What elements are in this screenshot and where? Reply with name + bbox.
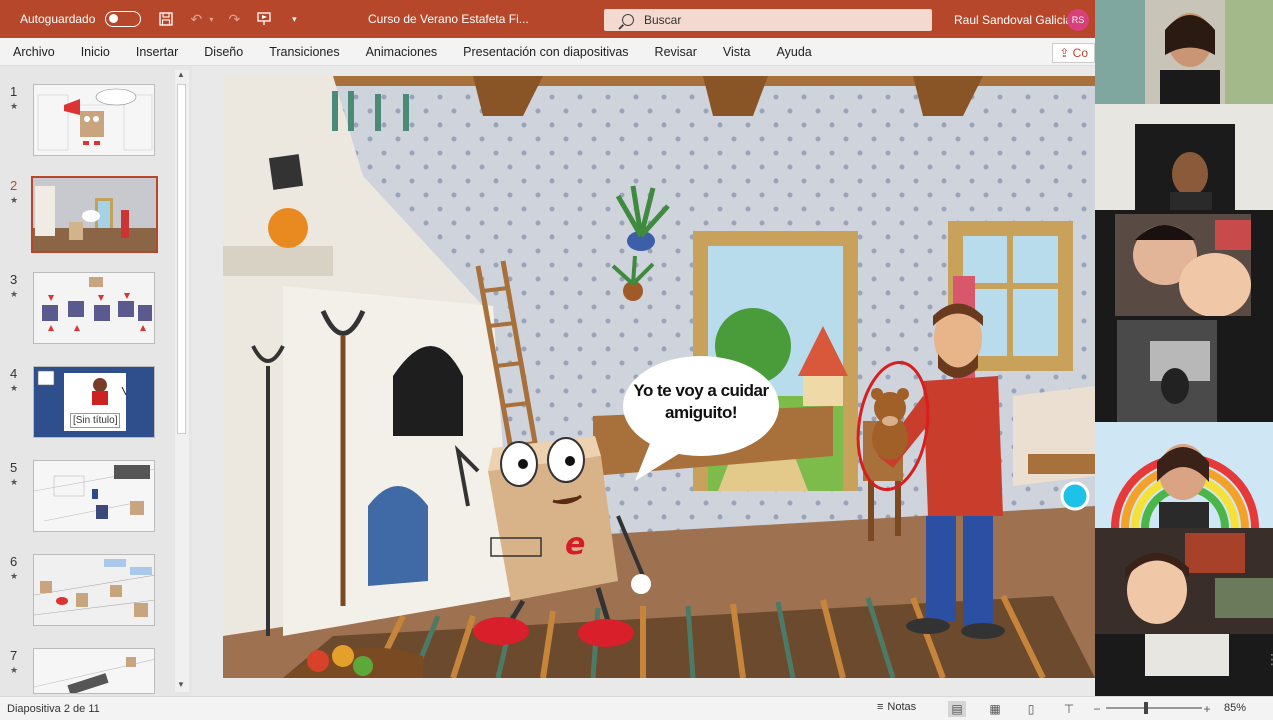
customize-toolbar-icon[interactable]: ▾	[283, 8, 305, 30]
tab-diseno[interactable]: Diseño	[204, 45, 243, 59]
slide-thumbnail-6[interactable]: 6 ★	[0, 554, 175, 634]
zoom-percent[interactable]: 85%	[1224, 702, 1246, 714]
tab-presentacion[interactable]: Presentación con diapositivas	[463, 45, 628, 59]
search-placeholder: Buscar	[644, 13, 682, 27]
transition-marker-icon: ★	[10, 477, 19, 487]
slideshow-view-icon[interactable]: ⊤	[1060, 701, 1078, 717]
ribbon-tabs: Archivo Inicio Insertar Diseño Transicio…	[0, 38, 1095, 66]
share-label: Co	[1072, 46, 1088, 60]
video-call-panel: ⋮	[1095, 0, 1273, 720]
slide-preview: [Sin título]	[33, 366, 155, 438]
slide-preview	[33, 272, 155, 344]
transition-marker-icon: ★	[10, 383, 19, 393]
slide-thumbnail-4[interactable]: 4 ★ [Sin título]	[0, 366, 175, 446]
tab-revisar[interactable]: Revisar	[655, 45, 697, 59]
transition-marker-icon: ★	[10, 665, 19, 675]
document-title: Curso de Verano Estafeta Fi...	[368, 12, 529, 26]
slide-thumbnails-panel: 1 ★ 2 ★ 3 ★ 4 ★ [Sin título] 5 ★ 6 ★ 7 ★…	[0, 66, 192, 696]
zoom-in-icon[interactable]: +	[1198, 701, 1216, 717]
zoom-slider-handle[interactable]	[1144, 702, 1148, 714]
tab-ayuda[interactable]: Ayuda	[777, 45, 812, 59]
slide-number: 7	[10, 648, 18, 663]
slide-counter: Diapositiva 2 de 11	[7, 702, 100, 715]
notes-label: Notas	[887, 701, 917, 713]
slide-preview	[33, 84, 155, 156]
tab-inicio[interactable]: Inicio	[81, 45, 110, 59]
slide-thumbnail-5[interactable]: 5 ★	[0, 460, 175, 540]
notes-button[interactable]: ≡ Notas	[877, 701, 916, 713]
slide-illustration: e	[223, 76, 1095, 678]
share-button[interactable]: ⇪ Co	[1052, 43, 1095, 63]
svg-text:⋮: ⋮	[1265, 652, 1273, 668]
video-tile[interactable]	[1095, 422, 1273, 528]
redo-icon[interactable]: ↷	[223, 8, 245, 30]
autosave-toggle[interactable]	[105, 11, 142, 27]
video-tile[interactable]: ⋮	[1095, 634, 1273, 696]
slide-number: 6	[10, 554, 18, 569]
tab-vista[interactable]: Vista	[723, 45, 751, 59]
tab-insertar[interactable]: Insertar	[136, 45, 178, 59]
zoom-slider[interactable]	[1106, 702, 1202, 714]
scroll-up-icon[interactable]: ▲	[177, 70, 185, 79]
slide-thumbnail-1[interactable]: 1 ★	[0, 84, 175, 164]
title-bar: Autoguardado ↶ ▾ ↷ ▾ Curso de Verano Est…	[0, 0, 1095, 38]
transition-marker-icon: ★	[10, 289, 19, 299]
thumbnail-scrollbar[interactable]: ▲ ▼	[175, 70, 189, 692]
tab-archivo[interactable]: Archivo	[13, 45, 55, 59]
video-tile[interactable]	[1095, 528, 1273, 634]
autosave-control[interactable]: Autoguardado	[20, 11, 142, 27]
video-tile[interactable]	[1095, 316, 1273, 422]
search-icon	[622, 14, 634, 26]
slide-number: 3	[10, 272, 18, 287]
zoom-out-icon[interactable]: −	[1088, 701, 1106, 717]
user-name[interactable]: Raul Sandoval Galicia	[954, 13, 1072, 27]
slide-preview	[33, 554, 155, 626]
search-input[interactable]: Buscar	[604, 9, 932, 31]
scroll-down-icon[interactable]: ▼	[177, 680, 185, 689]
speech-bubble-text: Yo te voy a cuidar amiguito!	[633, 381, 769, 422]
scrollbar-thumb[interactable]	[177, 84, 186, 434]
video-tile[interactable]	[1095, 210, 1273, 316]
tab-transiciones[interactable]: Transiciones	[269, 45, 339, 59]
slide-number: 5	[10, 460, 18, 475]
autosave-label: Autoguardado	[20, 12, 96, 26]
slide-preview-selected	[31, 176, 158, 253]
undo-dropdown-icon[interactable]: ▾	[207, 8, 215, 30]
svg-text:e: e	[565, 527, 585, 562]
status-bar: Diapositiva 2 de 11 ≡ Notas ▤ ▦ ▯ ⊤ − + 8…	[0, 696, 1273, 720]
save-icon[interactable]	[155, 8, 177, 30]
slide-preview	[33, 460, 155, 532]
present-from-start-icon[interactable]	[253, 8, 275, 30]
video-tile[interactable]	[1095, 0, 1273, 104]
slide-canvas[interactable]: e Yo te voy a cuidar amiguito!	[223, 76, 1095, 678]
transition-marker-icon: ★	[10, 571, 19, 581]
video-tile[interactable]	[1095, 104, 1273, 210]
slide-title-placeholder: [Sin título]	[70, 413, 121, 428]
slide-number: 4	[10, 366, 18, 381]
slide-preview	[33, 648, 155, 694]
tab-animaciones[interactable]: Animaciones	[366, 45, 438, 59]
slide-thumbnail-3[interactable]: 3 ★	[0, 272, 175, 352]
slide-number: 2	[10, 178, 18, 193]
slide-sorter-icon[interactable]: ▦	[986, 701, 1004, 717]
transition-marker-icon: ★	[10, 101, 19, 111]
transition-marker-icon: ★	[10, 195, 19, 205]
slide-number: 1	[10, 84, 18, 99]
undo-icon[interactable]: ↶	[185, 8, 207, 30]
slide-thumbnail-2[interactable]: 2 ★	[0, 176, 175, 258]
notes-icon: ≡	[877, 701, 884, 713]
normal-view-icon[interactable]: ▤	[948, 701, 966, 717]
share-icon: ⇪	[1059, 46, 1073, 60]
avatar[interactable]: RS	[1067, 9, 1089, 31]
reading-view-icon[interactable]: ▯	[1022, 701, 1040, 717]
